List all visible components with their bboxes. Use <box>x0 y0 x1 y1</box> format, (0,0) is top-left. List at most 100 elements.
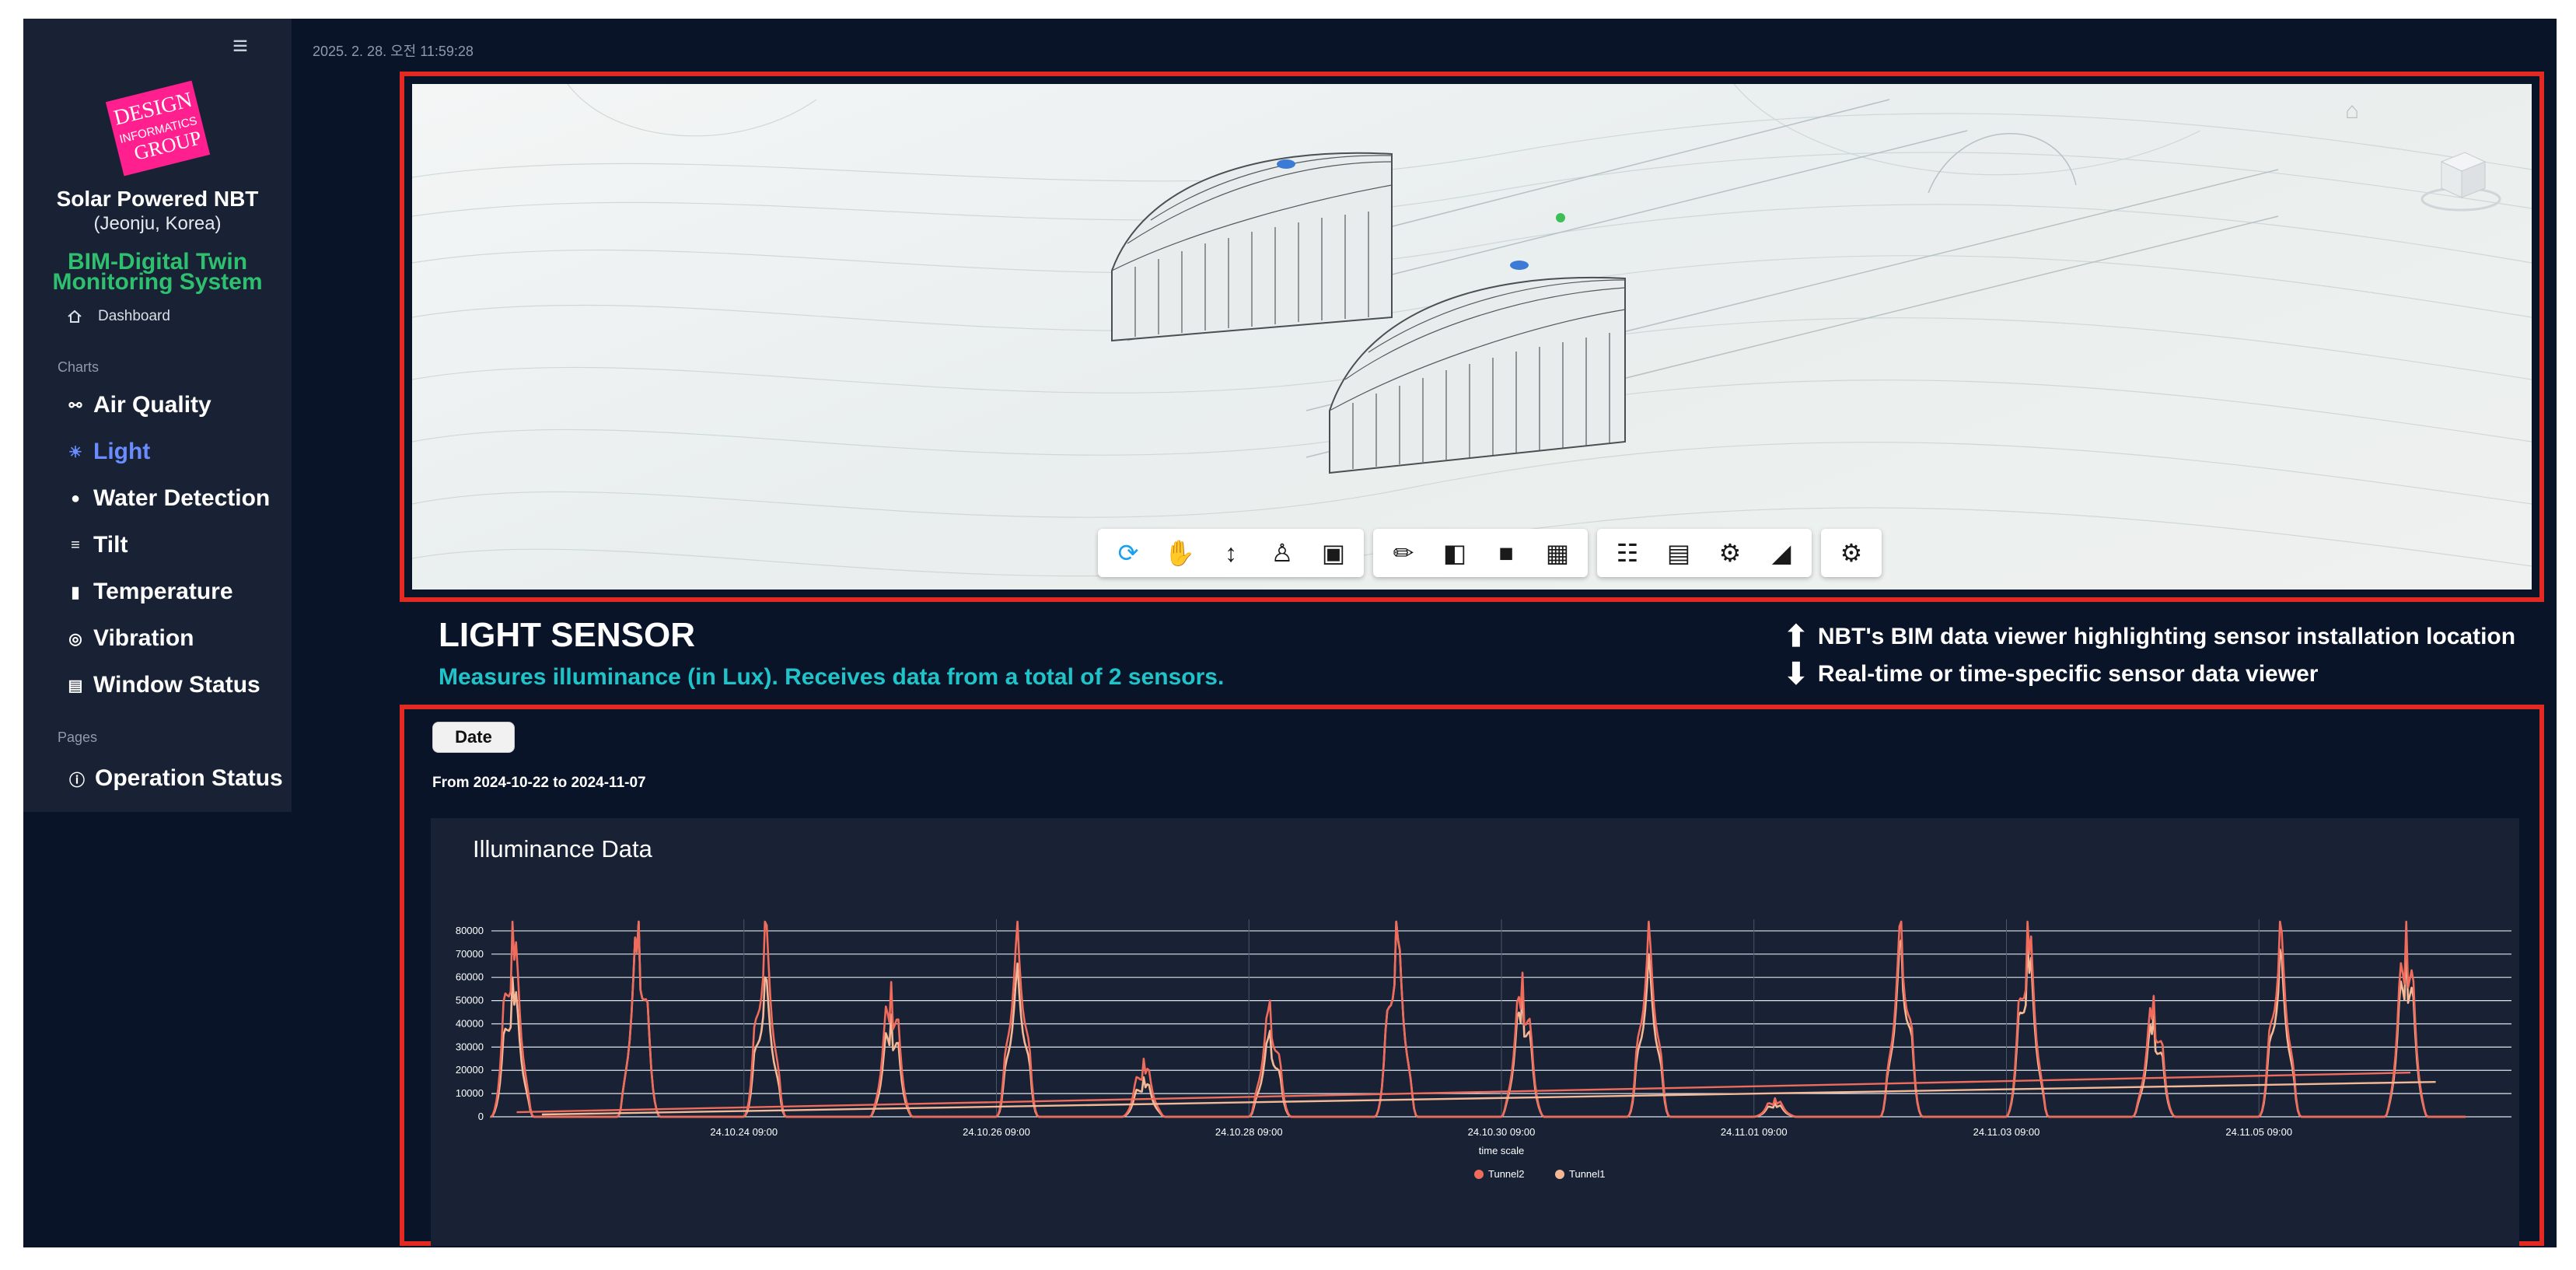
app-name: Solar Powered NBT <box>56 187 259 211</box>
sidebar-item-label: Window Status <box>93 672 260 698</box>
viewer-annotation-text: NBT's BIM data viewer highlighting senso… <box>1817 623 2516 649</box>
properties-icon[interactable]: ▤ <box>1655 532 1703 574</box>
illuminance-chart-panel: Illuminance Data 0 10000 20000 30000 40000 50… <box>431 818 2519 1246</box>
arrow-up-icon: ⬆ <box>1784 621 1809 653</box>
sidebar-item-label: Air Quality <box>93 392 211 418</box>
sidebar-item-operation-status[interactable]: ⓘ Operation Status <box>68 765 283 792</box>
sidebar-item-tilt[interactable]: ≡ Tilt <box>67 532 128 558</box>
x-tick-label: 24.10.26 09:00 <box>963 1126 1030 1138</box>
y-tick-label: 10000 <box>456 1087 484 1099</box>
settings-tool-group: ☷ ▤ ⚙ ◢ <box>1597 529 1812 577</box>
measure-icon[interactable]: ✏ <box>1379 532 1428 574</box>
sun-icon: ☀ <box>68 443 82 461</box>
x-tick-label: 24.10.30 09:00 <box>1468 1126 1536 1138</box>
y-tick-label: 60000 <box>456 971 484 983</box>
home-icon <box>68 310 82 323</box>
settings-icon[interactable]: ⚙ <box>1706 532 1754 574</box>
system-title-line-2: Monitoring System <box>52 269 263 295</box>
sidebar-item-label: Temperature <box>93 579 233 604</box>
bim-viewer-highlight-frame: ⌂ ⟳ ✋ ↕ ♙ ▣ ✏ ◧ ■ ▦ ☷ ▤ ⚙ ◢ ⚙ <box>400 72 2544 602</box>
tilt-icon: ≡ <box>71 536 80 554</box>
thermometer-icon: ▮ <box>71 583 80 601</box>
sidebar-item-label: Operation Status <box>95 765 283 791</box>
structure-icon[interactable]: ☷ <box>1603 532 1652 574</box>
y-tick-label: 30000 <box>456 1041 484 1052</box>
date-picker-button[interactable]: Date <box>432 722 515 753</box>
sensor-data-highlight-frame: Date From 2024-10-22 to 2024-11-07 Illum… <box>400 705 2544 1246</box>
first-person-icon[interactable]: ♙ <box>1258 532 1306 574</box>
viewer-annotation: ⬆ NBT's BIM data viewer highlighting sen… <box>1784 619 2515 654</box>
design-informatics-group-logo: DESIGN INFORMATICS GROUP <box>105 80 211 177</box>
sensor-description: Measures illuminance (in Lux). Receives … <box>439 664 1225 690</box>
view-cube[interactable] <box>2418 131 2504 216</box>
date-range-label: From 2024-10-22 to 2024-11-07 <box>432 775 646 791</box>
sidebar-item-label: Light <box>93 439 151 464</box>
y-tick-label: 40000 <box>456 1017 484 1029</box>
illuminance-chart[interactable]: 0 10000 20000 30000 40000 50000 60000 70000 8000… <box>431 818 2519 1246</box>
sidebar-item-label: Water Detection <box>93 485 271 511</box>
app-location: (Jeonju, Korea) <box>93 213 222 234</box>
water-drop-icon: ● <box>70 489 81 507</box>
bim-3d-viewer[interactable]: ⌂ ⟳ ✋ ↕ ♙ ▣ ✏ ◧ ■ ▦ ☷ ▤ ⚙ ◢ ⚙ <box>412 84 2532 590</box>
sidebar-item-water-detection[interactable]: ● Water Detection <box>67 485 270 512</box>
camera-icon[interactable]: ▣ <box>1309 532 1358 574</box>
navigation-tool-group: ⟳ ✋ ↕ ♙ ▣ <box>1098 529 1364 577</box>
pan-icon[interactable]: ✋ <box>1155 532 1204 574</box>
x-tick-label: 24.10.28 09:00 <box>1215 1126 1283 1138</box>
modeling-tool-group: ✏ ◧ ■ ▦ <box>1373 529 1588 577</box>
sidebar-item-temperature[interactable]: ▮ Temperature <box>67 579 233 605</box>
sidebar-item-window-status[interactable]: ▤ Window Status <box>67 672 260 698</box>
window-icon: ▤ <box>68 677 83 694</box>
sensor-marker[interactable] <box>1556 213 1565 222</box>
pages-section-label: Pages <box>58 729 98 745</box>
sidebar-item-air-quality[interactable]: ⚯ Air Quality <box>67 392 211 418</box>
charts-section-label: Charts <box>58 359 100 375</box>
x-axis-label: time scale <box>1479 1145 1525 1156</box>
series-connector-tunnel2 <box>516 1072 2411 1114</box>
series-line-tunnel2 <box>490 920 2466 1118</box>
series-line-tunnel1 <box>490 920 2466 1118</box>
sidebar-item-light[interactable]: ☀ Light <box>67 439 150 465</box>
hamburger-icon[interactable]: ≡ <box>232 33 248 59</box>
x-tick-label: 24.11.03 09:00 <box>1973 1126 2040 1138</box>
sidebar-item-label: Vibration <box>93 625 194 651</box>
y-tick-label: 0 <box>478 1111 484 1122</box>
data-annotation-text: Real-time or time-specific sensor data v… <box>1817 660 2319 687</box>
sidebar-item-label: Tilt <box>93 532 128 558</box>
fullscreen-icon[interactable]: ◢ <box>1757 532 1805 574</box>
legend-label-tunnel1: Tunnel1 <box>1569 1168 1606 1180</box>
app-window: ≡ DESIGN INFORMATICS GROUP Solar Powered… <box>23 19 2557 1247</box>
y-tick-label: 50000 <box>456 995 484 1006</box>
orbit-icon[interactable]: ⟳ <box>1104 532 1152 574</box>
help-circle-icon: ⓘ <box>69 771 85 789</box>
sensor-title: LIGHT SENSOR <box>439 616 696 654</box>
sidebar-item-dashboard[interactable]: Dashboard <box>67 308 170 325</box>
sidebar-item-vibration[interactable]: ◎ Vibration <box>67 625 194 652</box>
zoom-icon[interactable]: ↕ <box>1207 532 1255 574</box>
x-tick-label: 24.10.24 09:00 <box>710 1126 778 1138</box>
sidebar: ≡ DESIGN INFORMATICS GROUP Solar Powered… <box>23 19 292 812</box>
section-icon[interactable]: ◧ <box>1431 532 1479 574</box>
bim-model-render[interactable] <box>412 84 2532 590</box>
y-tick-label: 80000 <box>456 925 484 936</box>
air-quality-icon: ⚯ <box>68 397 82 415</box>
legend-label-tunnel2: Tunnel2 <box>1488 1168 1525 1180</box>
sidebar-item-label: Dashboard <box>98 308 170 324</box>
y-tick-label: 70000 <box>456 948 484 960</box>
y-tick-label: 20000 <box>456 1064 484 1076</box>
home-view-icon[interactable]: ⌂ <box>2345 98 2359 124</box>
current-timestamp: 2025. 2. 28. 오전 11:59:28 <box>313 44 474 59</box>
model-browser-icon[interactable]: ■ <box>1482 532 1530 574</box>
legend-marker-tunnel1 <box>1555 1170 1564 1179</box>
viewer-toolbar: ⟳ ✋ ↕ ♙ ▣ ✏ ◧ ■ ▦ ☷ ▤ ⚙ ◢ ⚙ <box>1098 529 1882 577</box>
arrow-down-icon: ⬇ <box>1784 658 1809 691</box>
data-annotation: ⬇ Real-time or time-specific sensor data… <box>1784 656 2318 691</box>
vibration-icon: ◎ <box>68 630 82 648</box>
x-tick-label: 24.11.05 09:00 <box>2225 1126 2292 1138</box>
series-connector-tunnel1 <box>541 1080 2436 1116</box>
explode-icon[interactable]: ▦ <box>1533 532 1582 574</box>
x-tick-label: 24.11.01 09:00 <box>1721 1126 1788 1138</box>
extension-tool-group: ⚙ <box>1821 529 1882 577</box>
robot-extension-icon[interactable]: ⚙ <box>1827 532 1875 574</box>
legend-marker-tunnel2 <box>1474 1170 1484 1179</box>
